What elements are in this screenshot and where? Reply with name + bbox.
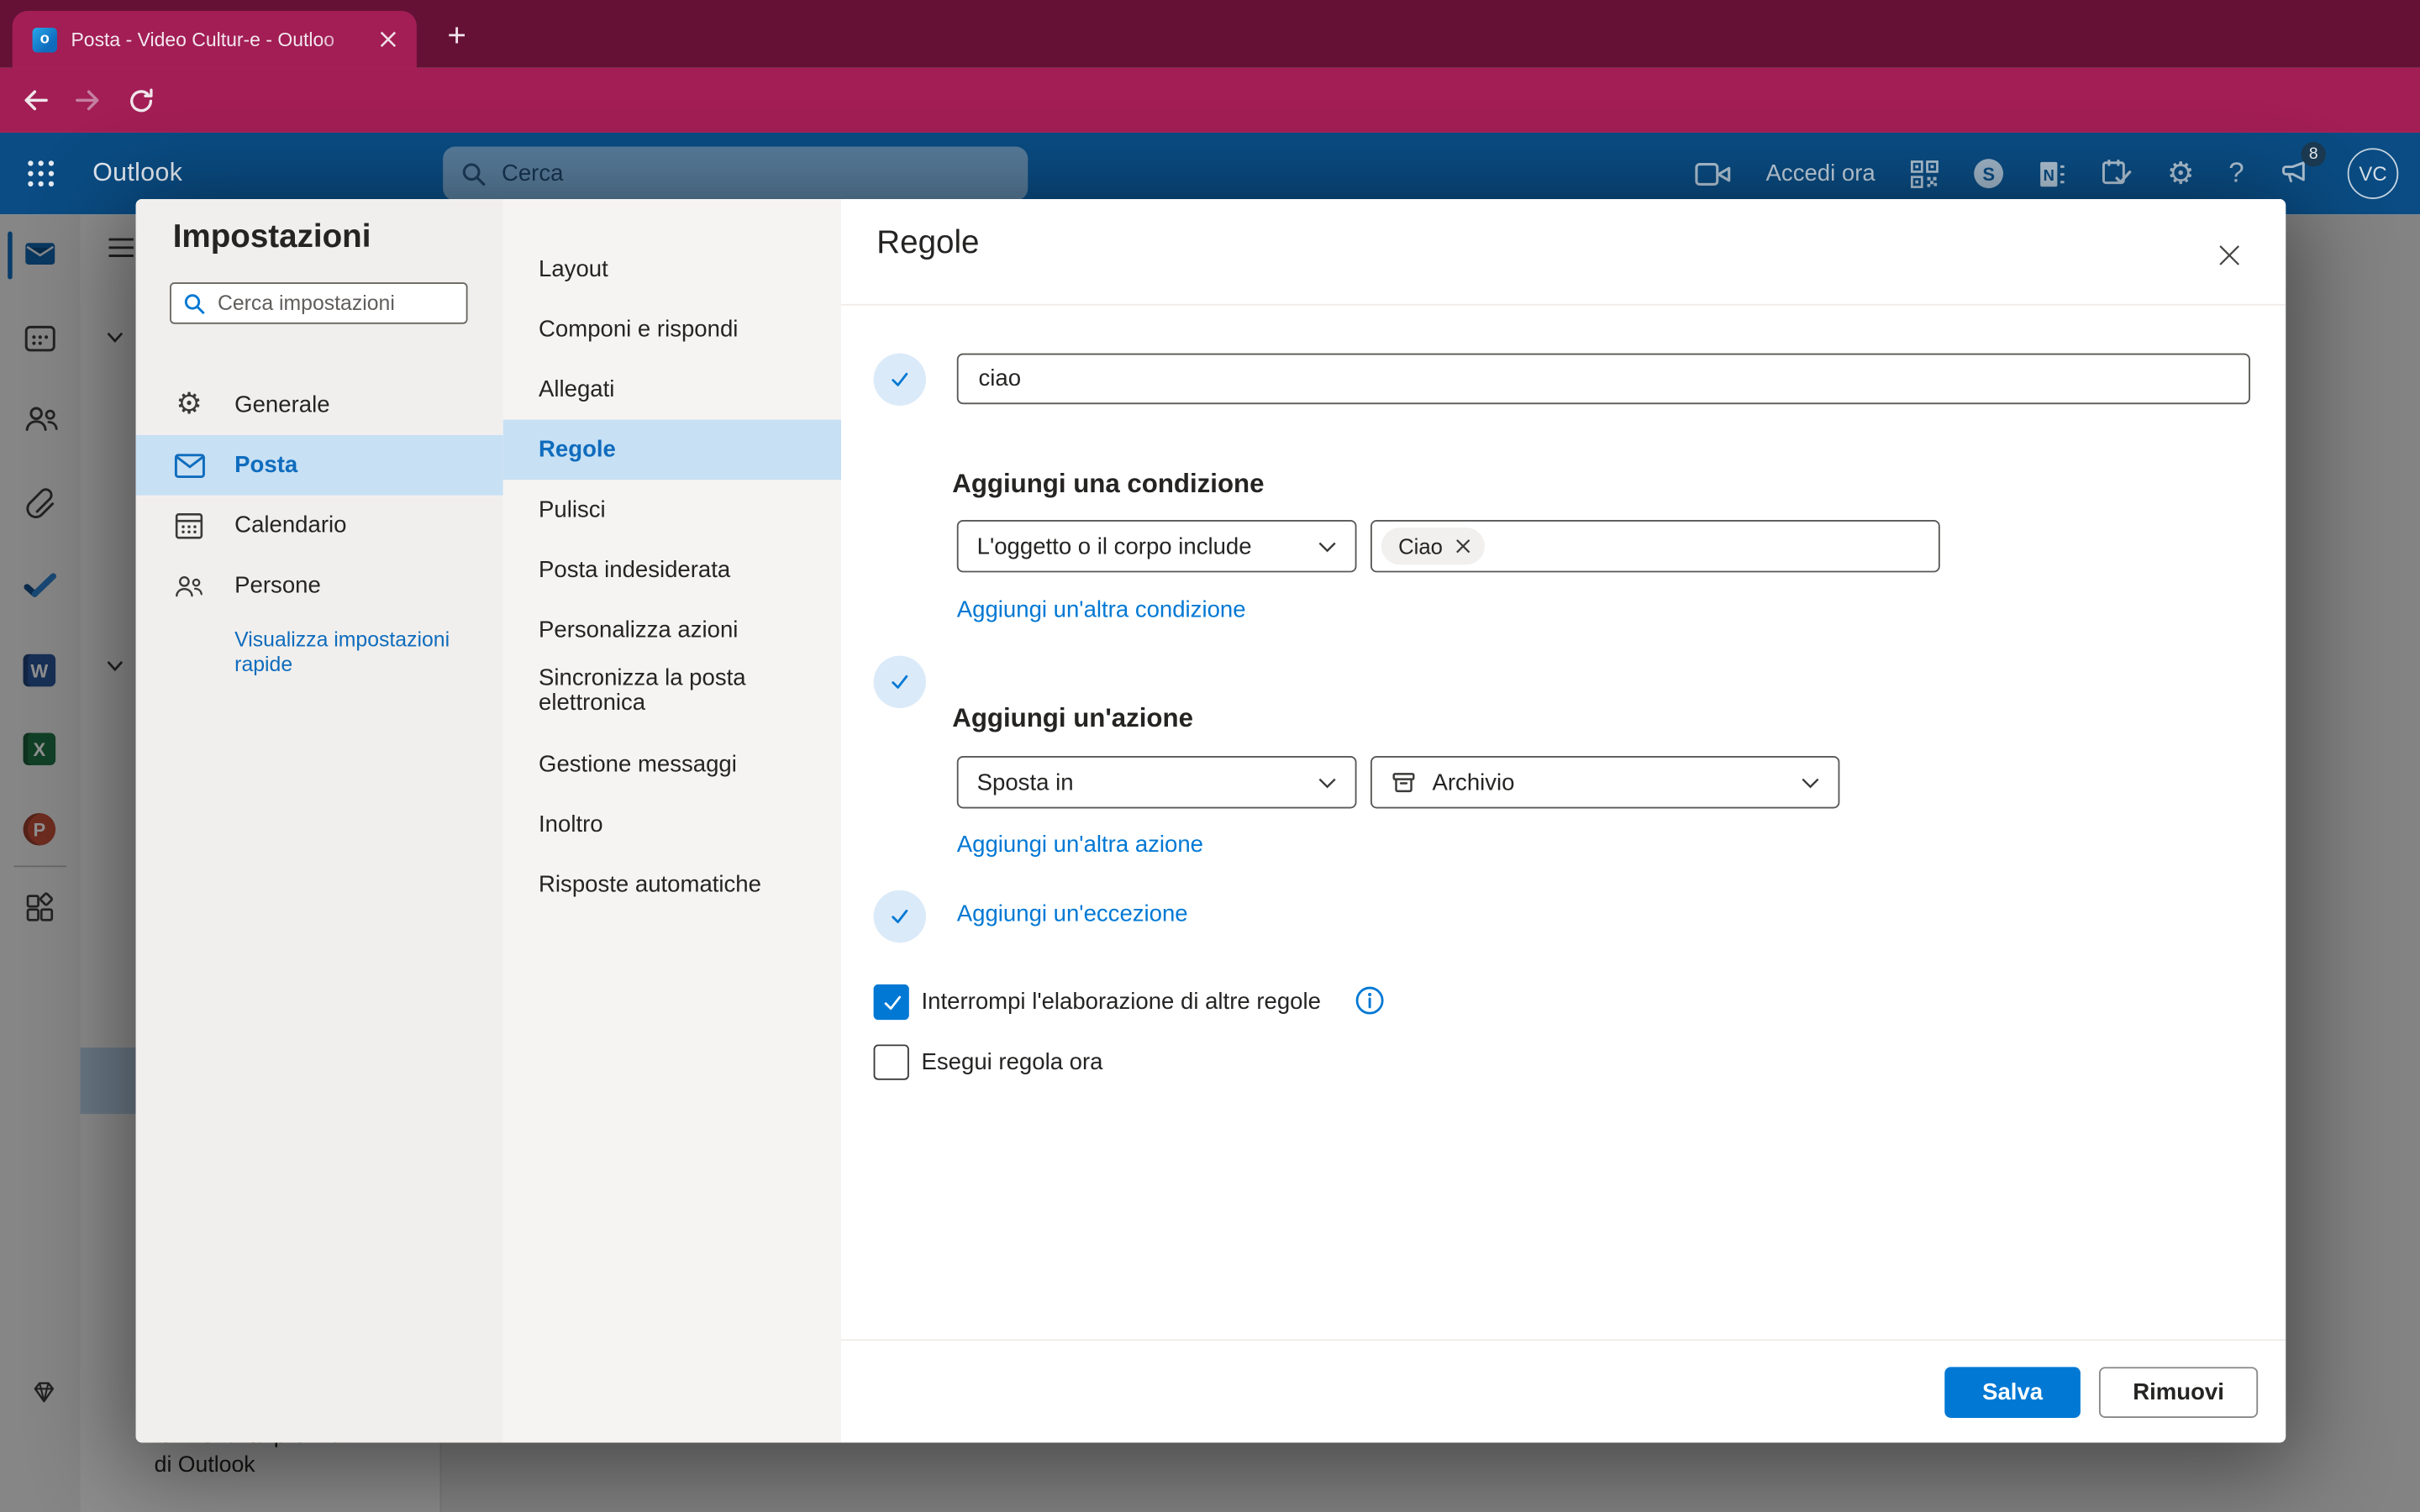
save-button[interactable]: Salva	[1944, 1367, 2081, 1418]
category-generale[interactable]: ⚙ Generale	[136, 375, 503, 435]
section-componi-e-rispondi[interactable]: Componi e rispondi	[503, 299, 841, 360]
archive-folder-icon	[1391, 769, 1417, 795]
remove-button[interactable]: Rimuovi	[2099, 1367, 2258, 1418]
info-icon[interactable]	[1354, 984, 1386, 1017]
section-risposte-automatiche[interactable]: Risposte automatiche	[503, 855, 841, 916]
header-search-input[interactable]	[502, 160, 965, 186]
category-calendario[interactable]: Calendario	[136, 496, 503, 556]
svg-text:N: N	[2044, 165, 2054, 183]
rules-panel: Regole Aggiungi una condizione L'oggetto…	[841, 199, 2286, 1442]
settings-section-column: Layout Componi e rispondi Allegati Regol…	[503, 199, 841, 1442]
settings-search-input[interactable]	[218, 291, 434, 315]
condition-chip: Ciao	[1381, 528, 1485, 564]
condition-value-box[interactable]: Ciao	[1370, 520, 1940, 572]
chevron-down-icon	[1318, 777, 1337, 788]
action-select[interactable]: Sposta in	[957, 756, 1357, 808]
add-action-link[interactable]: Aggiungi un'altra azione	[957, 832, 1203, 858]
help-icon[interactable]: ?	[2228, 157, 2244, 190]
section-sincronizza-posta[interactable]: Sincronizza la posta elettronica	[503, 660, 841, 734]
forward-button[interactable]	[61, 74, 113, 126]
name-valid-check-icon	[874, 354, 926, 406]
section-allegati[interactable]: Allegati	[503, 360, 841, 420]
category-posta[interactable]: Posta	[136, 435, 503, 496]
header-search-box[interactable]	[443, 146, 1028, 200]
whats-new-megaphone-icon[interactable]: 8	[2278, 157, 2313, 190]
stop-processing-label: Interrompi l'elaborazione di altre regol…	[922, 989, 1321, 1015]
account-avatar[interactable]: VC	[2348, 148, 2399, 199]
panel-header-divider	[841, 304, 2286, 306]
meet-camera-icon[interactable]	[1695, 160, 1732, 187]
section-pulisci[interactable]: Pulisci	[503, 480, 841, 540]
close-icon[interactable]	[2213, 239, 2244, 270]
onenote-feed-icon[interactable]: N	[2038, 158, 2067, 189]
run-rule-label: Esegui regola ora	[922, 1049, 1103, 1075]
back-button[interactable]	[9, 74, 61, 126]
browser-tab[interactable]: o Posta - Video Cultur-e - Outloo	[13, 11, 417, 68]
tab-close-icon[interactable]	[373, 25, 401, 53]
screen: o Posta - Video Cultur-e - Outloo + outl…	[0, 0, 2420, 1512]
condition-heading: Aggiungi una condizione	[952, 469, 1264, 500]
outlook-logo[interactable]: Outlook	[92, 159, 182, 188]
quick-settings-link[interactable]: Visualizza impostazioni rapide	[234, 628, 481, 678]
qr-code-icon[interactable]	[1909, 158, 1940, 189]
new-tab-button[interactable]: +	[437, 17, 477, 57]
section-personalizza-azioni[interactable]: Personalizza azioni	[503, 600, 841, 660]
section-inoltro[interactable]: Inoltro	[503, 795, 841, 855]
add-exception-link[interactable]: Aggiungi un'eccezione	[957, 901, 1188, 927]
search-icon	[461, 161, 486, 186]
folder-select[interactable]: Archivio	[1370, 756, 1839, 808]
run-rule-checkbox[interactable]	[874, 1044, 909, 1079]
skype-icon[interactable]: S	[1974, 159, 2003, 188]
chevron-down-icon	[1801, 777, 1819, 788]
rule-name-input[interactable]	[957, 354, 2250, 405]
settings-category-column: Impostazioni ⚙ Generale Posta	[136, 199, 503, 1442]
settings-search-box[interactable]	[170, 282, 467, 324]
section-regole[interactable]: Regole	[503, 420, 841, 480]
sign-in-link[interactable]: Accedi ora	[1766, 160, 1876, 186]
outlook-favicon-icon: o	[33, 27, 57, 51]
settings-dialog: Impostazioni ⚙ Generale Posta	[136, 199, 2286, 1442]
calendar-outline-icon	[173, 509, 206, 542]
mail-outline-icon	[173, 449, 206, 481]
browser-titlebar: o Posta - Video Cultur-e - Outloo +	[0, 0, 2420, 68]
settings-title: Impostazioni	[173, 219, 371, 256]
todo-calendar-icon[interactable]	[2101, 157, 2133, 190]
condition-select[interactable]: L'oggetto o il corpo include	[957, 520, 1357, 572]
gear-icon: ⚙	[173, 389, 206, 422]
reload-button[interactable]	[114, 74, 166, 126]
chevron-down-icon	[1318, 541, 1337, 552]
tab-title: Posta - Video Cultur-e - Outloo	[71, 29, 373, 50]
app-launcher-waffle-icon[interactable]	[0, 133, 81, 214]
action-valid-check-icon	[874, 890, 926, 942]
browser-toolbar: outlook.live.com/mail/0/options/mail/rul…	[0, 68, 2420, 133]
action-heading: Aggiungi un'azione	[952, 704, 1193, 735]
notification-badge: 8	[2302, 142, 2326, 166]
rules-panel-title: Regole	[876, 225, 979, 262]
section-gestione-messaggi[interactable]: Gestione messaggi	[503, 734, 841, 795]
people-outline-icon	[173, 570, 206, 602]
panel-footer-divider	[841, 1339, 2286, 1341]
settings-gear-icon[interactable]: ⚙	[2167, 158, 2195, 189]
stop-processing-checkbox[interactable]	[874, 984, 909, 1020]
section-layout[interactable]: Layout	[503, 239, 841, 300]
add-condition-link[interactable]: Aggiungi un'altra condizione	[957, 597, 1246, 623]
chip-remove-icon[interactable]	[1455, 538, 1470, 554]
search-icon	[184, 292, 206, 314]
category-persone[interactable]: Persone	[136, 555, 503, 616]
section-posta-indesiderata[interactable]: Posta indesiderata	[503, 540, 841, 601]
condition-valid-check-icon	[874, 656, 926, 708]
